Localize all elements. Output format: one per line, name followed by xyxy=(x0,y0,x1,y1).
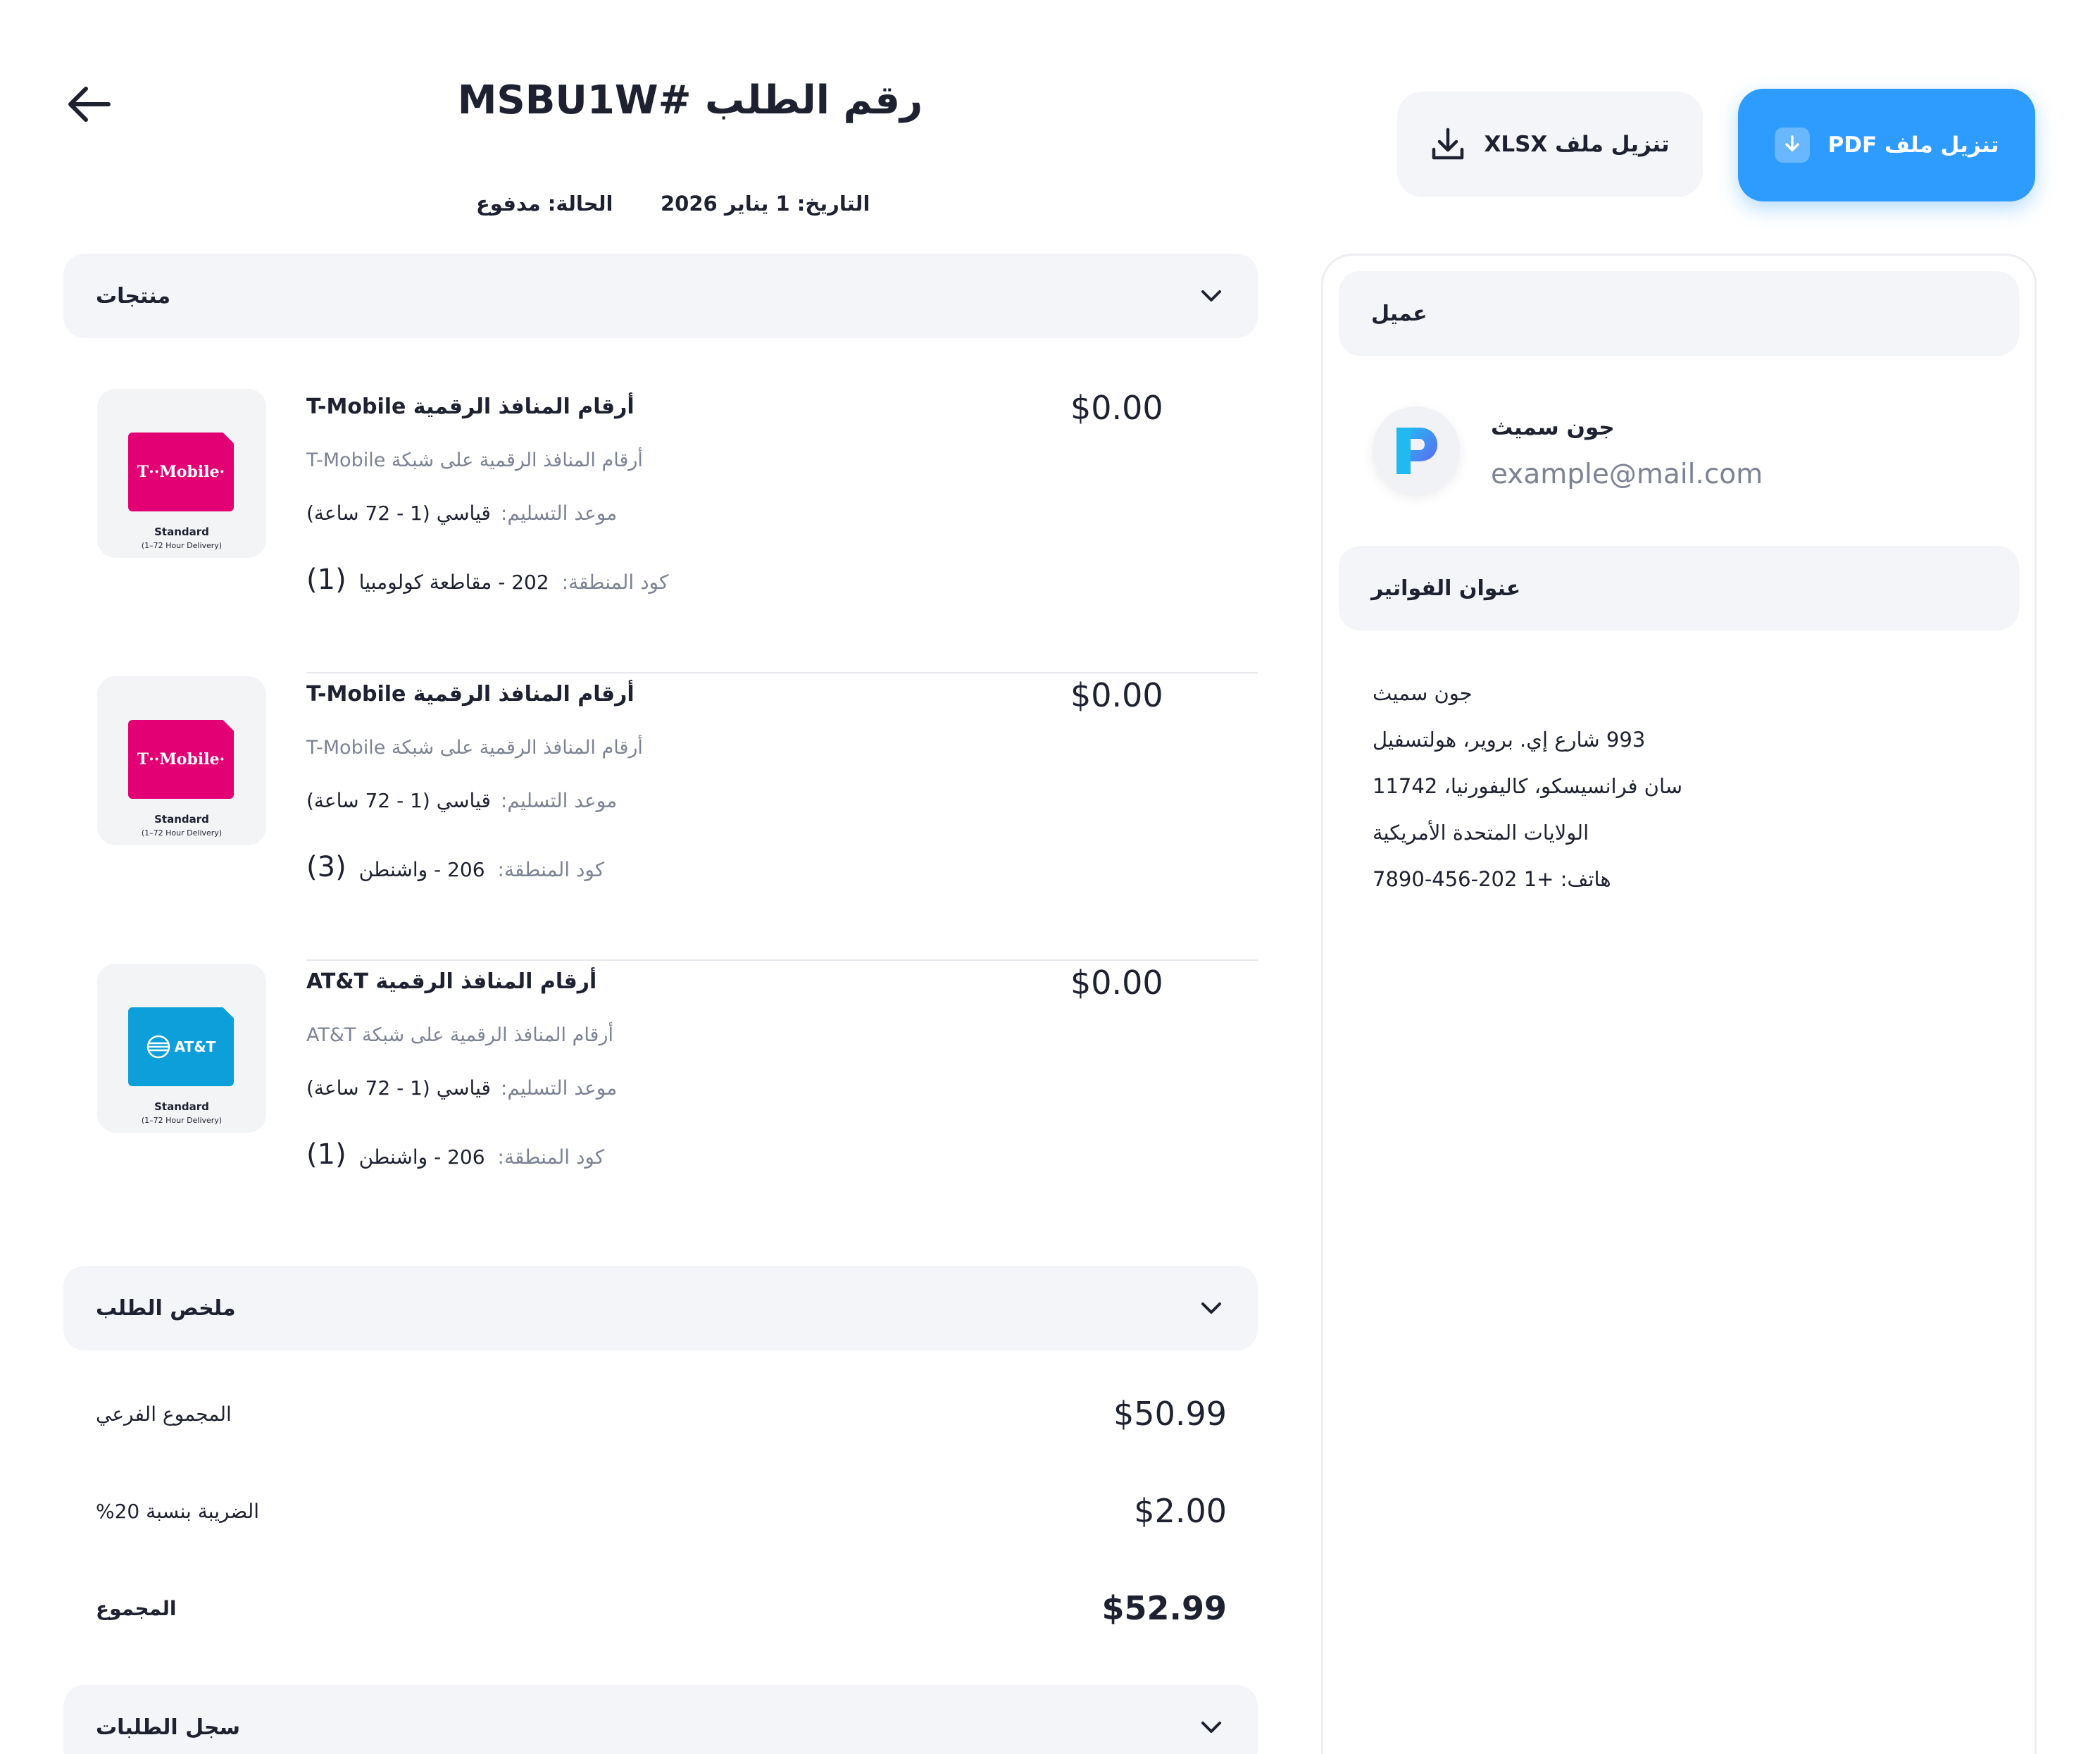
products-section-label: منتجات xyxy=(96,283,171,309)
product-delivery: موعد التسليم: قياسي (1 - 72 ساعة) xyxy=(306,1076,618,1100)
summary-section-toggle[interactable]: ملخص الطلب xyxy=(63,1266,1258,1350)
divider xyxy=(306,672,1258,673)
customer-email[interactable]: example@mail.com xyxy=(1491,459,1763,490)
product-description: أرقام المنافذ الرقمية على شبكة T-Mobile xyxy=(306,449,643,471)
billing-line-name: جون سميث xyxy=(1373,681,1473,705)
product-area-code: كود المنطقة: 206 - واشنطن (3) xyxy=(306,851,605,883)
product-price: $0.00 xyxy=(1070,389,1163,427)
divider xyxy=(306,959,1258,961)
att-sim-icon: AT&T xyxy=(128,996,245,1086)
att-globe-icon xyxy=(146,1035,170,1059)
billing-line-country: الولايات المتحدة الأمريكية xyxy=(1373,821,1589,845)
avatar[interactable] xyxy=(1373,406,1460,494)
order-status: الحالة: مدفوع xyxy=(476,192,613,216)
customer-card: عميل جون سميث example@mail.com عنوان الف… xyxy=(1321,254,2037,1754)
product-image: T··Mobile· Standard (1–72 Hour Delivery) xyxy=(97,676,266,845)
billing-section-label: عنوان الفواتير xyxy=(1371,576,1521,601)
billing-line-city: سان فرانسيسكو، كاليفورنيا، 11742 xyxy=(1373,774,1683,798)
download-pdf-label: تنزيل ملف PDF xyxy=(1827,132,1999,158)
download-xlsx-button[interactable]: تنزيل ملف XLSX xyxy=(1397,92,1703,197)
download-xlsx-label: تنزيل ملف XLSX xyxy=(1484,132,1670,157)
product-title: أرقام المنافذ الرقمية T-Mobile xyxy=(306,682,635,707)
order-date: التاريخ: 1 يناير 2026 xyxy=(661,192,870,216)
summary-section-label: ملخص الطلب xyxy=(96,1295,236,1321)
product-title: أرقام المنافذ الرقمية AT&T xyxy=(306,969,597,994)
back-button[interactable] xyxy=(66,86,111,123)
summary-tax-row: الضريبة بنسبة 20% $2.00 xyxy=(63,1486,1258,1536)
customer-name: جون سميث xyxy=(1491,415,1615,440)
tmobile-sim-icon: T··Mobile· xyxy=(128,709,245,799)
billing-line-phone: هاتف: +1 202-456-7890 xyxy=(1373,867,1611,891)
arrow-left-icon xyxy=(68,87,111,122)
product-area-code: كود المنطقة: 202 - مقاطعة كولومبيا (1) xyxy=(306,564,669,596)
summary-total-row: المجموع $52.99 xyxy=(63,1584,1258,1633)
page-title: رقم الطلب #MSBU1W xyxy=(457,77,923,123)
product-delivery: موعد التسليم: قياسي (1 - 72 ساعة) xyxy=(306,789,618,812)
tax-label: الضريبة بنسبة 20% xyxy=(96,1499,260,1523)
subtotal-label: المجموع الفرعي xyxy=(96,1402,232,1426)
billing-section-header: عنوان الفواتير xyxy=(1339,546,2019,630)
product-description: أرقام المنافذ الرقمية على شبكة AT&T xyxy=(306,1024,613,1046)
brand-logo-icon xyxy=(1396,428,1437,474)
product-image: AT&T Standard (1–72 Hour Delivery) xyxy=(97,964,266,1133)
product-row: T··Mobile· Standard (1–72 Hour Delivery)… xyxy=(63,676,1258,961)
total-value: $52.99 xyxy=(1101,1589,1227,1627)
product-price: $0.00 xyxy=(1070,964,1163,1002)
product-area-code: كود المنطقة: 206 - واشنطن (1) xyxy=(306,1138,605,1171)
product-price: $0.00 xyxy=(1070,676,1163,714)
chevron-down-icon xyxy=(1201,1302,1221,1314)
tmobile-sim-icon: T··Mobile· xyxy=(128,421,245,511)
history-section-label: سجل الطلبات xyxy=(96,1715,241,1740)
product-quantity: (3) xyxy=(306,851,346,883)
product-description: أرقام المنافذ الرقمية على شبكة T-Mobile xyxy=(306,737,643,759)
customer-section-header: عميل xyxy=(1339,271,2019,356)
history-section-toggle[interactable]: سجل الطلبات xyxy=(63,1685,1258,1754)
download-icon xyxy=(1774,127,1810,163)
product-row: T··Mobile· Standard (1–72 Hour Delivery)… xyxy=(63,389,1258,673)
order-details-page: رقم الطلب #MSBU1W التاريخ: 1 يناير 2026 … xyxy=(0,0,2100,1754)
subtotal-value: $50.99 xyxy=(1113,1395,1227,1433)
product-quantity: (1) xyxy=(306,564,346,596)
product-quantity: (1) xyxy=(306,1138,346,1171)
customer-section-label: عميل xyxy=(1371,301,1427,326)
download-pdf-button[interactable]: تنزيل ملف PDF xyxy=(1738,89,2035,201)
product-image: T··Mobile· Standard (1–72 Hour Delivery) xyxy=(97,389,266,558)
summary-subtotal-row: المجموع الفرعي $50.99 xyxy=(63,1389,1258,1438)
tax-value: $2.00 xyxy=(1134,1492,1227,1530)
billing-line-street: 993 شارع إي. بروير، هولتسفيل xyxy=(1373,728,1646,752)
product-delivery: موعد التسليم: قياسي (1 - 72 ساعة) xyxy=(306,502,618,525)
download-icon xyxy=(1430,127,1465,162)
product-row: AT&T Standard (1–72 Hour Delivery) أرقام… xyxy=(63,964,1258,1245)
chevron-down-icon xyxy=(1201,1722,1221,1733)
product-title: أرقام المنافذ الرقمية T-Mobile xyxy=(306,394,635,419)
total-label: المجموع xyxy=(96,1596,177,1620)
products-section-toggle[interactable]: منتجات xyxy=(63,254,1258,338)
chevron-down-icon xyxy=(1201,290,1221,301)
